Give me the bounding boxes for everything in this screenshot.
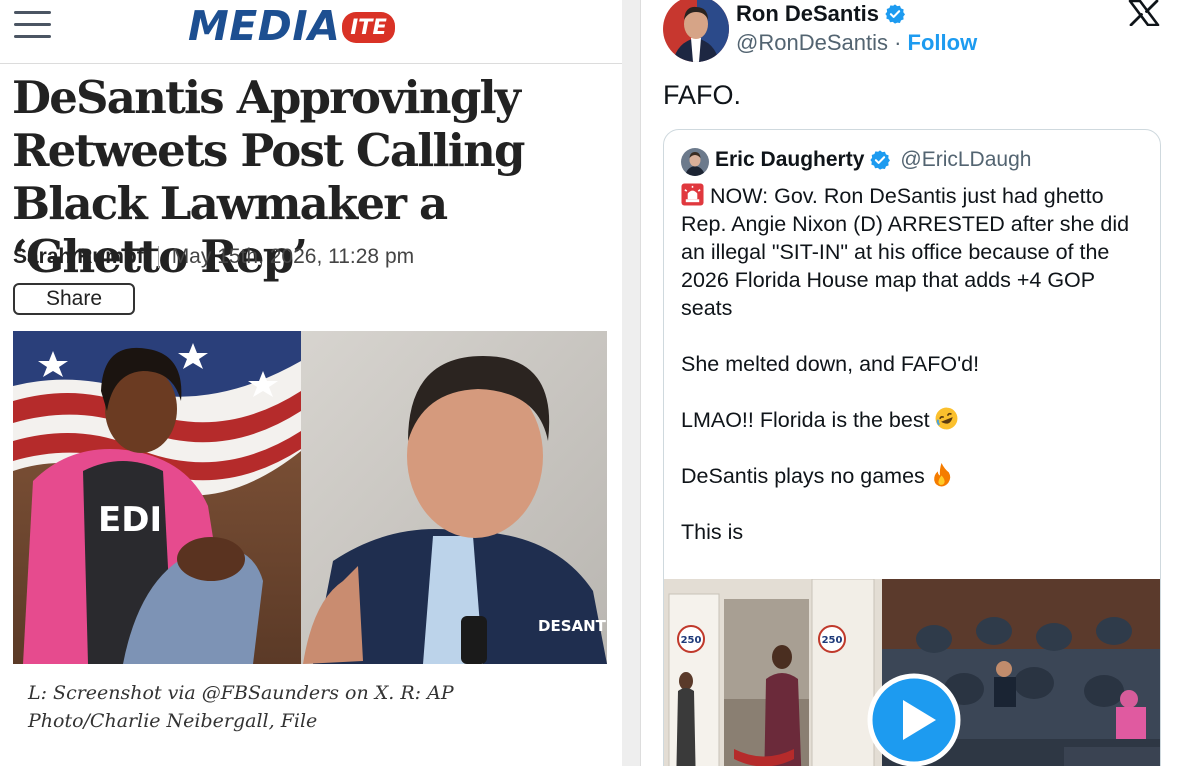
quoted-paragraph: DeSantis plays no games bbox=[681, 462, 1151, 490]
panel-gutter bbox=[622, 0, 640, 766]
quoted-paragraph: NOW: Gov. Ron DeSantis just had ghetto R… bbox=[681, 182, 1151, 322]
byline: Sarah Rumpf May 15th, 2026, 11:28 pm bbox=[13, 245, 414, 269]
author-avatar[interactable] bbox=[663, 0, 729, 62]
quoted-paragraph: She melted down, and FAFO'd! bbox=[681, 350, 1151, 378]
follow-button[interactable]: Follow bbox=[908, 30, 978, 55]
media-sign-left: 250 bbox=[681, 635, 702, 646]
x-post-panel: Ron DeSantis @RonDeSantis · Follow FAFO.… bbox=[640, 0, 1200, 766]
quoted-paragraph-text: LMAO!! Florida is the best bbox=[681, 408, 930, 432]
menu-icon[interactable] bbox=[14, 10, 51, 42]
byline-separator bbox=[157, 246, 159, 268]
rofl-emoji bbox=[935, 407, 957, 430]
logo-wordmark: MEDIA bbox=[188, 2, 341, 50]
quoted-paragraph-text: DeSantis plays no games bbox=[681, 464, 925, 488]
quoted-author-handle[interactable]: @EricLDaugh bbox=[900, 148, 1031, 172]
quoted-author-avatar[interactable] bbox=[681, 148, 709, 176]
quoted-media[interactable]: 250 250 bbox=[664, 579, 1160, 766]
article-panel: MEDIA ITE DeSantis Approvingly Retweets … bbox=[0, 0, 622, 766]
quoted-author-row: Eric Daugherty @EricLDaugh bbox=[715, 148, 1031, 172]
verified-badge-icon bbox=[885, 4, 906, 24]
logo-badge: ITE bbox=[342, 11, 395, 43]
quoted-paragraph-text: This is bbox=[681, 520, 744, 544]
quoted-paragraph: This is bbox=[681, 518, 1151, 546]
publish-date: May 15th, 2026, 11:28 pm bbox=[171, 245, 415, 268]
quoted-post[interactable]: Eric Daugherty @EricLDaugh NOW: Gov. Ron… bbox=[663, 129, 1161, 766]
header-divider bbox=[0, 63, 622, 64]
hoodie-text: EDI bbox=[98, 500, 162, 540]
article-photo: EDI DESANT bbox=[13, 331, 607, 664]
post-author-name[interactable]: Ron DeSantis bbox=[736, 1, 906, 27]
handle-separator: · bbox=[887, 30, 908, 55]
quoted-paragraph-text: NOW: Gov. Ron DeSantis just had ghetto R… bbox=[681, 184, 1130, 320]
quoted-paragraph-text: She melted down, and FAFO'd! bbox=[681, 352, 980, 376]
quoted-author-name[interactable]: Eric Daugherty bbox=[715, 148, 864, 172]
author-name-text: Ron DeSantis bbox=[736, 1, 880, 26]
share-button[interactable]: Share bbox=[13, 283, 135, 315]
post-author-handle[interactable]: @RonDeSantis bbox=[736, 30, 888, 55]
fire-emoji bbox=[933, 463, 951, 487]
media-sign-right: 250 bbox=[822, 635, 843, 646]
quoted-post-text: NOW: Gov. Ron DeSantis just had ghetto R… bbox=[681, 182, 1151, 574]
author-link[interactable]: Sarah Rumpf bbox=[13, 245, 144, 269]
post-text: FAFO. bbox=[663, 80, 742, 110]
site-logo[interactable]: MEDIA ITE bbox=[188, 2, 395, 50]
play-icon[interactable] bbox=[867, 673, 961, 766]
x-logo-icon[interactable] bbox=[1128, 0, 1160, 26]
verified-badge-icon bbox=[870, 150, 891, 170]
quoted-paragraph: LMAO!! Florida is the best bbox=[681, 406, 1151, 434]
siren-emoji bbox=[681, 183, 704, 206]
jacket-text: DESANT bbox=[538, 617, 607, 635]
post-author-handle-row: @RonDeSantis · Follow bbox=[736, 30, 977, 56]
photo-caption: L: Screenshot via @FBSaunders on X. R: A… bbox=[28, 682, 454, 732]
